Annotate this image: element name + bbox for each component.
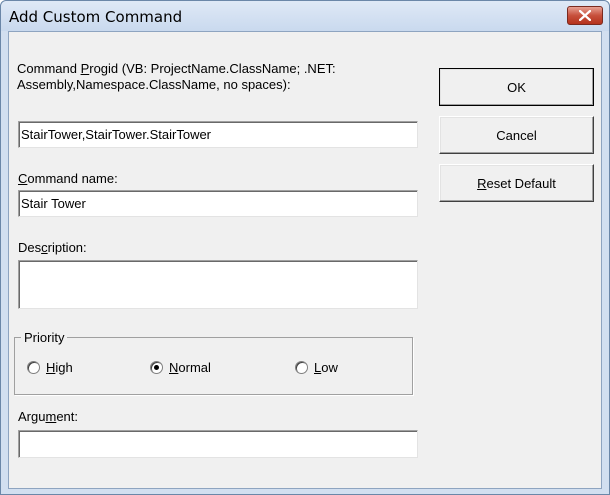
radio-unchecked-icon (27, 361, 40, 374)
priority-high-radio[interactable]: High (27, 360, 73, 375)
close-icon (579, 10, 591, 21)
dialog-client-area: Command Progid (VB: ProjectName.ClassNam… (8, 31, 602, 489)
progid-input[interactable] (18, 121, 418, 148)
radio-checked-icon (150, 361, 163, 374)
priority-normal-label: Normal (169, 360, 211, 375)
radio-unchecked-icon (295, 361, 308, 374)
priority-low-radio[interactable]: Low (295, 360, 338, 375)
priority-legend: Priority (21, 330, 68, 345)
argument-label: Argument: (18, 409, 78, 424)
priority-group: Priority High Normal Low (14, 330, 413, 395)
close-button[interactable] (567, 6, 603, 25)
ok-button[interactable]: OK (439, 68, 594, 106)
priority-low-label: Low (314, 360, 338, 375)
priority-normal-radio[interactable]: Normal (150, 360, 211, 375)
dialog-window: Add Custom Command Command Progid (VB: P… (0, 0, 610, 495)
priority-high-label: High (46, 360, 73, 375)
description-label: Description: (18, 240, 87, 255)
reset-default-button[interactable]: Reset Default (439, 164, 594, 202)
cancel-button[interactable]: Cancel (439, 116, 594, 154)
command-name-input[interactable] (18, 190, 418, 217)
title-bar[interactable]: Add Custom Command (1, 1, 609, 31)
argument-input[interactable] (18, 430, 418, 458)
command-name-label: Command name: (18, 171, 118, 186)
progid-label: Command Progid (VB: ProjectName.ClassNam… (17, 61, 336, 92)
window-title: Add Custom Command (9, 8, 183, 26)
description-input[interactable] (18, 260, 418, 309)
reset-default-label: Reset Default (477, 175, 556, 191)
